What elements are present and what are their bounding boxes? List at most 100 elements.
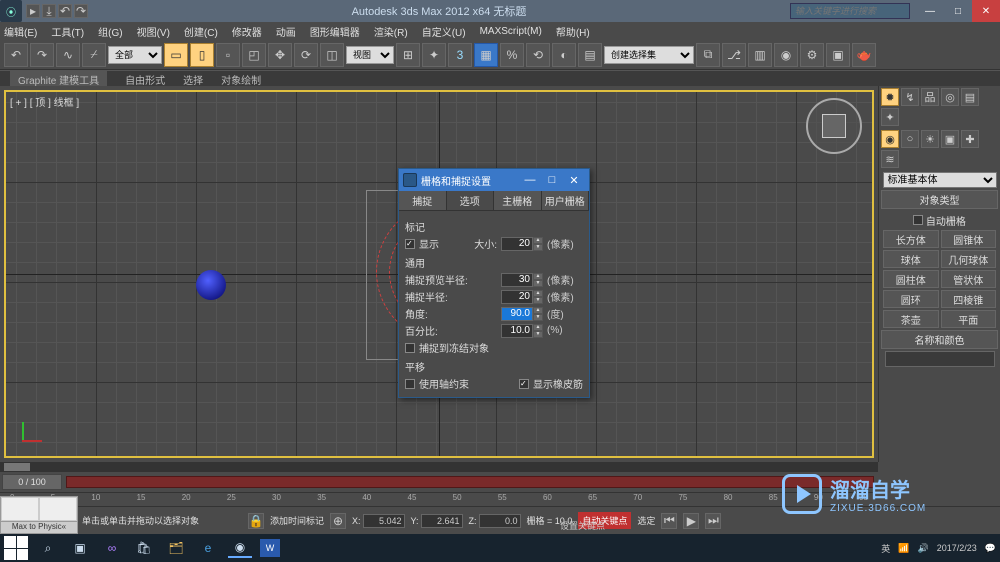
pivot-center-button[interactable]: ⊞ — [396, 43, 420, 67]
render-setup-button[interactable]: ⚙ — [800, 43, 824, 67]
percent-snap-button[interactable]: % — [500, 43, 524, 67]
select-object-button[interactable]: ▭ — [164, 43, 188, 67]
help-search-input[interactable] — [790, 3, 910, 19]
coord-y-input[interactable] — [421, 514, 463, 528]
menu-tools[interactable]: 工具(T) — [51, 24, 84, 39]
tray-network-icon[interactable]: 📶 — [898, 543, 909, 554]
btn-geosphere[interactable]: 几何球体 — [941, 250, 997, 268]
angle-spinner[interactable] — [501, 307, 533, 321]
btn-cylinder[interactable]: 圆柱体 — [883, 270, 939, 288]
dialog-maximize-button[interactable]: □ — [541, 174, 563, 186]
setkey-label[interactable]: 设置关键点 — [560, 519, 605, 532]
lock-icon[interactable]: 🔒 — [248, 513, 264, 529]
taskbar-3dsmax-icon[interactable]: ◉ — [228, 538, 252, 558]
viewcube[interactable] — [806, 98, 862, 154]
btn-box[interactable]: 长方体 — [883, 230, 939, 248]
btn-torus[interactable]: 圆环 — [883, 290, 939, 308]
helpers-cat-icon[interactable]: ✚ — [961, 130, 979, 148]
tab-homegrid[interactable]: 主栅格 — [494, 191, 542, 210]
dialog-minimize-button[interactable]: — — [519, 174, 541, 186]
mirror-button[interactable]: ◐ — [552, 43, 576, 67]
show-rubberband-checkbox[interactable] — [519, 379, 529, 389]
ref-coord-dropdown[interactable]: 视图 — [346, 46, 394, 64]
preview-radius-spinner[interactable] — [501, 273, 533, 287]
ribbon-tab-selection[interactable]: 选择 — [183, 72, 203, 87]
prev-frame-icon[interactable]: ⏮ — [661, 513, 677, 529]
taskbar-edge-icon[interactable]: e — [196, 538, 220, 558]
ribbon-tab-freeform[interactable]: 自由形式 — [125, 72, 165, 87]
coord-x-input[interactable] — [363, 514, 405, 528]
taskbar-explorer-icon[interactable]: 🗂 — [164, 538, 188, 558]
select-region-button[interactable]: ▫ — [216, 43, 240, 67]
menu-render[interactable]: 渲染(R) — [374, 24, 408, 39]
tray-date[interactable]: 2017/2/23 — [937, 543, 977, 553]
btn-cone[interactable]: 圆锥体 — [941, 230, 997, 248]
modify-tab-icon[interactable]: ↯ — [901, 88, 919, 106]
ribbon-tab-objectpaint[interactable]: 对象绘制 — [221, 72, 261, 87]
menu-maxscript[interactable]: MAXScript(M) — [480, 26, 542, 37]
dialog-titlebar[interactable]: 栅格和捕捉设置 — □ ✕ — [399, 169, 589, 191]
tab-options[interactable]: 选项 — [447, 191, 495, 210]
menu-group[interactable]: 组(G) — [98, 24, 122, 39]
motion-tab-icon[interactable]: ◎ — [941, 88, 959, 106]
select-rotate-button[interactable]: ⟳ — [294, 43, 318, 67]
snap-toggle-button[interactable]: 3 — [448, 43, 472, 67]
utilities-tab-icon[interactable]: ✦ — [881, 108, 899, 126]
use-axis-checkbox[interactable] — [405, 379, 415, 389]
render-button[interactable]: 🫖 — [852, 43, 876, 67]
show-mark-checkbox[interactable] — [405, 239, 415, 249]
menu-create[interactable]: 创建(C) — [184, 24, 218, 39]
close-button[interactable]: ✕ — [972, 0, 1000, 22]
btn-teapot[interactable]: 茶壶 — [883, 310, 939, 328]
minimize-button[interactable]: — — [916, 0, 944, 22]
viewport-label[interactable]: [ + ] [ 顶 ] 线框 ] — [10, 94, 79, 109]
menu-help[interactable]: 帮助(H) — [556, 24, 590, 39]
selection-filter-dropdown[interactable]: 全部 — [108, 46, 162, 64]
app-logo-icon[interactable]: ⦿ — [0, 0, 22, 22]
tab-usergrid[interactable]: 用户栅格 — [542, 191, 590, 210]
time-track[interactable] — [66, 476, 874, 488]
autogrid-checkbox[interactable] — [913, 215, 923, 225]
unlink-icon[interactable]: ⌿ — [82, 43, 106, 67]
play-icon[interactable]: ▶ — [683, 513, 699, 529]
add-time-tag-button[interactable]: 添加时间标记 — [270, 514, 324, 527]
create-tab-icon[interactable]: ✹ — [881, 88, 899, 106]
tab-snap[interactable]: 捕捉 — [399, 191, 447, 210]
size-spinner[interactable] — [501, 237, 533, 251]
coord-z-input[interactable] — [479, 514, 521, 528]
redo-icon[interactable]: ↷ — [30, 43, 54, 67]
maximize-button[interactable]: □ — [944, 0, 972, 22]
menu-view[interactable]: 视图(V) — [137, 24, 170, 39]
link-icon[interactable]: ∿ — [56, 43, 80, 67]
qa-redo-icon[interactable]: ↷ — [74, 4, 88, 18]
named-selset-dropdown[interactable]: 创建选择集 — [604, 46, 694, 64]
rollout-name-color[interactable]: 名称和颜色 — [881, 330, 998, 349]
btn-tube[interactable]: 管状体 — [941, 270, 997, 288]
geometry-type-dropdown[interactable]: 标准基本体 — [883, 172, 997, 188]
angle-snap-button[interactable]: ▦ — [474, 43, 498, 67]
time-slider[interactable]: 0 / 100 — [2, 474, 62, 490]
next-frame-icon[interactable]: ⏭ — [705, 513, 721, 529]
btn-pyramid[interactable]: 四棱锥 — [941, 290, 997, 308]
scene-object-sphere[interactable] — [196, 270, 226, 300]
taskbar-vs-icon[interactable]: ∞ — [100, 538, 124, 558]
object-name-input[interactable] — [885, 351, 995, 367]
spinner-snap-button[interactable]: ⟲ — [526, 43, 550, 67]
tray-notifications-icon[interactable]: 💬 — [985, 543, 996, 554]
render-preview-panel[interactable]: Max to Physic« — [0, 496, 78, 534]
geometry-cat-icon[interactable]: ◉ — [881, 130, 899, 148]
schematic-button[interactable]: ▥ — [748, 43, 772, 67]
shapes-cat-icon[interactable]: ○ — [901, 130, 919, 148]
qa-open-icon[interactable]: ▸ — [26, 4, 40, 18]
taskbar-taskview-icon[interactable]: ▣ — [68, 538, 92, 558]
coord-mode-icon[interactable]: ⊕ — [330, 513, 346, 529]
hierarchy-tab-icon[interactable]: 品 — [921, 88, 939, 106]
menu-modifiers[interactable]: 修改器 — [232, 24, 262, 39]
menu-animation[interactable]: 动画 — [276, 24, 296, 39]
window-crossing-button[interactable]: ◰ — [242, 43, 266, 67]
btn-plane[interactable]: 平面 — [941, 310, 997, 328]
taskbar-store-icon[interactable]: 🛍 — [132, 538, 156, 558]
align-button[interactable]: ▤ — [578, 43, 602, 67]
qa-save-icon[interactable]: ⤓ — [42, 4, 56, 18]
horizontal-scrollbar[interactable] — [0, 462, 878, 472]
